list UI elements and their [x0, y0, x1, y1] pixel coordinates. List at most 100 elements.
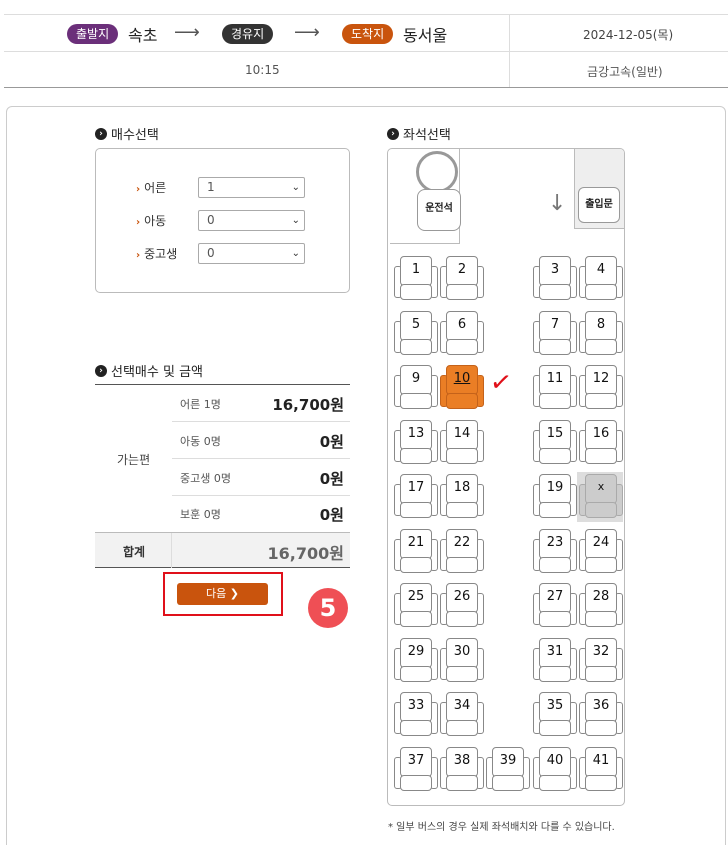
seat-10[interactable]: 10 [440, 365, 484, 411]
seat-38[interactable]: 38 [440, 746, 484, 793]
seat-18[interactable]: 18 [440, 474, 484, 520]
seat-39[interactable]: 39 [486, 746, 530, 793]
chevron-right-icon: › [136, 249, 141, 261]
seat-12[interactable]: 12 [579, 365, 623, 411]
seat-31[interactable]: 31 [533, 637, 577, 684]
seat-4[interactable]: 4 [579, 256, 623, 302]
adult-count-select[interactable]: 1 ⌄ [198, 176, 305, 198]
seat-select-title: › 좌석선택 [387, 124, 451, 143]
seat-number: 29 [407, 643, 425, 659]
seat-11[interactable]: 11 [533, 365, 577, 411]
seat-number: 1 [411, 262, 421, 277]
seat-7[interactable]: 7 [533, 310, 577, 357]
seat-number: 13 [407, 425, 425, 441]
seat-28[interactable]: 28 [579, 583, 623, 629]
check-mark-icon: ✓ [488, 366, 514, 400]
seat-number: 39 [499, 752, 517, 768]
steering-wheel-icon [416, 151, 458, 193]
seat-6[interactable]: 6 [440, 310, 484, 357]
seat-number: 40 [546, 752, 564, 768]
seat-number: 3 [550, 262, 560, 277]
seat-number: 2 [457, 262, 467, 277]
seat-unavailable: x [579, 474, 623, 520]
seat-17[interactable]: 17 [394, 474, 438, 520]
seat-number: 31 [546, 643, 564, 659]
seat-13[interactable]: 13 [394, 419, 438, 466]
seat-27[interactable]: 27 [533, 583, 577, 629]
seat-33[interactable]: 33 [394, 692, 438, 738]
seat-number: 10 [453, 371, 471, 386]
seat-34[interactable]: 34 [440, 692, 484, 738]
child-label: 아동 [144, 213, 167, 228]
summary-title: › 선택매수 및 금액 [95, 361, 203, 380]
chevron-right-icon: › [136, 183, 141, 195]
seat-number: 25 [407, 589, 425, 604]
seat-5[interactable]: 5 [394, 310, 438, 357]
next-button[interactable]: 다음 ❯ [177, 583, 268, 605]
door-label: 출입문 [578, 187, 620, 223]
via-badge: 경유지 [222, 24, 274, 44]
seat-number: 35 [546, 698, 564, 713]
seat-40[interactable]: 40 [533, 746, 577, 793]
seat-35[interactable]: 35 [533, 692, 577, 738]
departure-city: 속초 [128, 26, 158, 45]
seat-2[interactable]: 2 [440, 256, 484, 302]
seat-23[interactable]: 23 [533, 528, 577, 575]
ticket-count-title-text: 매수선택 [111, 128, 159, 143]
door-arrow-icon: ↓ [548, 191, 567, 216]
seat-32[interactable]: 32 [579, 637, 623, 684]
departure-time: 10:15 [245, 63, 280, 77]
arrival-badge: 도착지 [342, 24, 394, 44]
seat-26[interactable]: 26 [440, 583, 484, 629]
departure-badge: 출발지 [67, 24, 119, 44]
seat-37[interactable]: 37 [394, 746, 438, 793]
seat-16[interactable]: 16 [579, 419, 623, 466]
seat-41[interactable]: 41 [579, 746, 623, 793]
seat-number: 18 [453, 480, 471, 495]
seat-36[interactable]: 36 [579, 692, 623, 738]
seat-3[interactable]: 3 [533, 256, 577, 302]
seat-14[interactable]: 14 [440, 419, 484, 466]
seat-1[interactable]: 1 [394, 256, 438, 302]
arrival-city: 동서울 [403, 26, 448, 45]
seat-number: 23 [546, 534, 564, 550]
header-mid-border [4, 51, 728, 52]
seat-19[interactable]: 19 [533, 474, 577, 520]
route-arrow-icon: ⟶ [294, 22, 320, 43]
seat-22[interactable]: 22 [440, 528, 484, 575]
seat-map: 운전석 ↓ 출입문 1 2 3 4 5 6 7 8 9 10 11 12 13 14 15 16 17 18 19 x… [387, 148, 625, 806]
student-count-select[interactable]: 0 ⌄ [198, 242, 305, 264]
adult-label: 어른 [144, 180, 167, 195]
seat-21[interactable]: 21 [394, 528, 438, 575]
bullet-arrow-icon: › [387, 127, 399, 140]
seat-number: 22 [453, 534, 471, 550]
seat-number: 11 [546, 371, 564, 386]
seat-number: 21 [407, 534, 425, 550]
seat-15[interactable]: 15 [533, 419, 577, 466]
seat-number: 41 [592, 752, 610, 768]
driver-area: 운전석 [390, 149, 461, 244]
count-row-adult: › 어른 1 ⌄ [136, 176, 305, 198]
seat-number: 38 [453, 752, 471, 768]
seat-number: 6 [457, 316, 467, 332]
seat-25[interactable]: 25 [394, 583, 438, 629]
seat-30[interactable]: 30 [440, 637, 484, 684]
total-amount: 16,700원 [267, 544, 344, 563]
seat-number: 7 [550, 316, 560, 332]
seat-notice: * 일부 버스의 경우 실제 좌석배치와 다를 수 있습니다. [388, 822, 615, 833]
departure-date: 2024-12-05(목) [583, 28, 674, 42]
seat-number: 30 [453, 643, 471, 659]
bullet-arrow-icon: › [95, 127, 107, 140]
seat-29[interactable]: 29 [394, 637, 438, 684]
seat-8[interactable]: 8 [579, 310, 623, 357]
seat-number: 32 [592, 643, 610, 659]
door-area: 출입문 [574, 149, 624, 229]
seat-9[interactable]: 9 [394, 365, 438, 411]
seat-number: 34 [453, 698, 471, 713]
header-divider [509, 14, 510, 87]
seat-24[interactable]: 24 [579, 528, 623, 575]
student-label: 중고생 [144, 246, 178, 261]
seat-number: 4 [596, 262, 606, 277]
outbound-label: 가는편 [117, 453, 151, 467]
child-count-select[interactable]: 0 ⌄ [198, 209, 305, 231]
